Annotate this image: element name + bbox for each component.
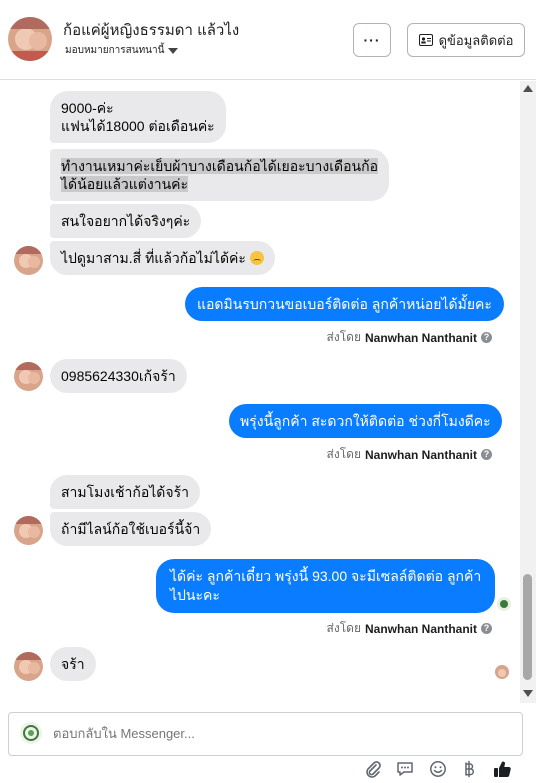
like-button[interactable]	[489, 758, 515, 780]
message-text: 0985624330เก้จร้า	[61, 368, 176, 384]
contact-card-icon	[418, 34, 433, 46]
assign-label: มอบหมายการสนทนานี้	[65, 45, 165, 56]
more-options-button[interactable]: ···	[353, 23, 391, 57]
reply-input-box[interactable]	[8, 712, 523, 756]
message-text: 9000-ค่ะ	[61, 100, 114, 116]
attach-button[interactable]	[360, 758, 386, 780]
message-text: ไปดูมาสาม.สี่ ที่แล้วก้อไม่ได้ค่ะ	[61, 250, 246, 266]
sender-avatar[interactable]	[14, 362, 43, 391]
message-text: แฟนได้18000 ต่อเดือนค่ะ	[61, 118, 215, 134]
message-incoming[interactable]: สามโมงเช้าก้อได้จร้า	[50, 475, 200, 509]
scroll-down-arrow-icon[interactable]	[523, 690, 533, 697]
payment-button[interactable]	[456, 758, 482, 780]
sent-by-label: ส่งโดย Nanwhan Nanthanit ?	[327, 445, 492, 464]
message-outgoing[interactable]: แอดมินรบกวนขอเบอร์ติดต่อ ลูกค้าหน่อยได้ม…	[185, 287, 504, 321]
caret-down-icon	[168, 47, 179, 54]
view-contact-button[interactable]: ดูข้อมูลติดต่อ	[407, 23, 525, 57]
conversation-header: ก้อแค่ผู้หญิงธรรมดา แล้วไง มอบหมายการสนท…	[0, 0, 536, 80]
message-text: แอดมินรบกวนขอเบอร์ติดต่อ ลูกค้าหน่อยได้ม…	[197, 296, 492, 312]
smiley-icon	[430, 761, 446, 777]
message-text: ไปนะคะ	[170, 587, 220, 603]
sent-by-prefix: ส่งโดย	[326, 447, 361, 461]
message-outgoing[interactable]: พรุ่งนี้ลูกค้า สะดวกให้ติดต่อ ช่วงกี่โมง…	[229, 404, 502, 438]
reply-input[interactable]	[53, 726, 493, 741]
message-text-selected: ได้น้อยแล้วแต่งานค่ะ	[61, 176, 189, 192]
message-text: สนใจอยากได้จริงๆค่ะ	[61, 213, 191, 229]
sender-avatar[interactable]	[14, 652, 43, 681]
info-icon[interactable]: ?	[481, 449, 492, 460]
message-text: สามโมงเช้าก้อได้จร้า	[61, 484, 189, 500]
message-incoming[interactable]: ถ้ามีไลน์ก้อใช้เบอร์นี้จ้า	[50, 512, 212, 546]
saved-replies-button[interactable]	[392, 758, 418, 780]
message-incoming[interactable]: ทำงานเหมาค่ะเย็บผ้าบางเดือนก้อได้เยอะบาง…	[50, 149, 389, 201]
message-list[interactable]: 9000-ค่ะ แฟนได้18000 ต่อเดือนค่ะ ทำงานเห…	[0, 81, 520, 703]
baht-icon	[465, 760, 474, 778]
message-text: พรุ่งนี้ลูกค้า สะดวกให้ติดต่อ ช่วงกี่โมง…	[240, 413, 491, 429]
message-incoming[interactable]: จร้า	[50, 647, 96, 681]
emoji-button[interactable]	[425, 758, 451, 780]
message-incoming[interactable]: สนใจอยากได้จริงๆค่ะ	[50, 204, 202, 238]
scrollbar-thumb[interactable]	[523, 574, 532, 680]
disappointed-face-emoji-icon	[249, 251, 264, 265]
message-incoming[interactable]: 9000-ค่ะ แฟนได้18000 ต่อเดือนค่ะ	[50, 91, 226, 143]
chat-scrollbar[interactable]	[520, 81, 536, 703]
scroll-up-arrow-icon[interactable]	[523, 85, 533, 92]
message-text: จร้า	[61, 656, 85, 672]
sent-by-prefix: ส่งโดย	[326, 621, 361, 635]
seen-receipt-avatar	[495, 665, 509, 679]
message-text: ถ้ามีไลน์ก้อใช้เบอร์นี้จ้า	[61, 521, 201, 537]
message-text: ได้ค่ะ ลูกค้าเดี๋ยว พรุ่งนี้ 93.00 จะมีเ…	[170, 568, 482, 584]
reply-composer	[0, 703, 536, 783]
message-incoming[interactable]: ไปดูมาสาม.สี่ ที่แล้วก้อไม่ได้ค่ะ	[50, 241, 275, 275]
sent-by-prefix: ส่งโดย	[326, 330, 361, 344]
sender-avatar[interactable]	[14, 516, 43, 545]
message-outgoing[interactable]: ได้ค่ะ ลูกค้าเดี๋ยว พรุ่งนี้ 93.00 จะมีเ…	[156, 559, 496, 613]
contact-avatar[interactable]	[8, 17, 52, 61]
seen-receipt-avatar	[497, 597, 511, 611]
sent-by-name[interactable]: Nanwhan Nanthanit	[365, 448, 477, 462]
sent-by-label: ส่งโดย Nanwhan Nanthanit ?	[327, 619, 492, 638]
contact-name[interactable]: ก้อแค่ผู้หญิงธรรมดา แล้วไง	[63, 18, 239, 42]
assign-conversation-dropdown[interactable]: มอบหมายการสนทนานี้	[65, 43, 179, 58]
paperclip-icon	[366, 761, 381, 778]
sender-avatar[interactable]	[14, 246, 43, 275]
sent-by-label: ส่งโดย Nanwhan Nanthanit ?	[327, 328, 492, 347]
page-avatar	[20, 722, 42, 744]
view-contact-label: ดูข้อมูลติดต่อ	[438, 32, 514, 48]
info-icon[interactable]: ?	[481, 332, 492, 343]
sent-by-name[interactable]: Nanwhan Nanthanit	[365, 622, 477, 636]
info-icon[interactable]: ?	[481, 623, 492, 634]
speech-bubble-icon	[397, 762, 413, 776]
message-incoming[interactable]: 0985624330เก้จร้า	[50, 359, 187, 393]
message-text-selected: ทำงานเหมาค่ะเย็บผ้าบางเดือนก้อได้เยอะบาง…	[61, 158, 378, 174]
thumbs-up-icon	[494, 761, 511, 777]
sent-by-name[interactable]: Nanwhan Nanthanit	[365, 331, 477, 345]
